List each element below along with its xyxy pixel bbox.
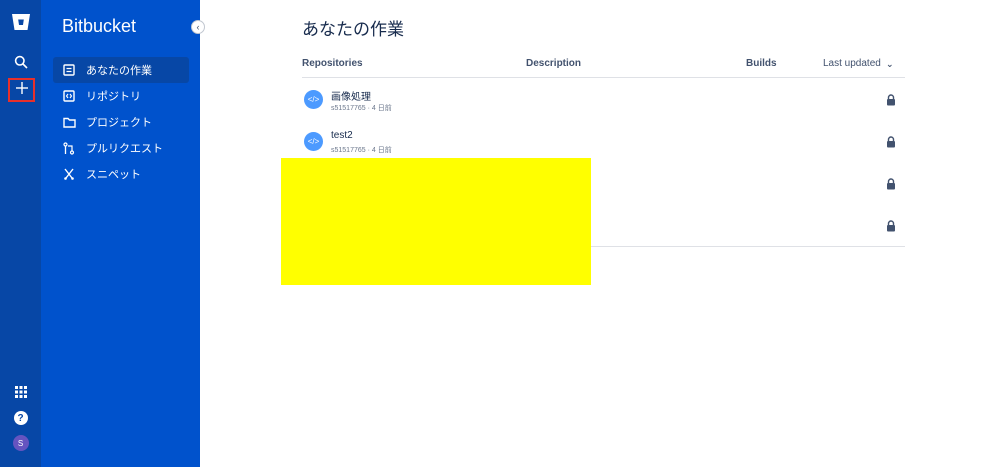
sort-dropdown-last-updated[interactable]: Last updated bbox=[823, 58, 881, 69]
product-sidebar: Bitbucket あなたの作業 リポジトリ プロジェクト プルリクエスト スニ… bbox=[41, 0, 200, 467]
repository-name[interactable]: 画像処理 bbox=[331, 88, 371, 103]
page-title: あなたの作業 bbox=[302, 20, 404, 39]
avatar: S bbox=[12, 435, 29, 451]
sidebar-item-label: あなたの作業 bbox=[86, 65, 152, 77]
folder-icon bbox=[62, 115, 76, 129]
sidebar-item-projects[interactable]: プロジェクト bbox=[53, 109, 189, 135]
profile-button[interactable]: S bbox=[0, 434, 41, 452]
product-title: Bitbucket bbox=[62, 16, 137, 36]
sidebar-item-label: スニペット bbox=[86, 169, 141, 181]
pull-request-icon bbox=[62, 141, 76, 155]
repository-meta: s51517765 · 4 日前 bbox=[331, 105, 392, 112]
lock-icon bbox=[886, 135, 896, 148]
column-header-builds: Builds bbox=[746, 58, 777, 69]
redaction-overlay bbox=[281, 158, 591, 285]
repository-avatar-icon: </> bbox=[304, 90, 323, 109]
sidebar-item-pull-requests[interactable]: プルリクエスト bbox=[53, 135, 189, 161]
repository-name[interactable]: test2 bbox=[331, 130, 353, 141]
lock-icon bbox=[886, 219, 896, 232]
lock-icon bbox=[886, 177, 896, 190]
sidebar-item-label: プルリクエスト bbox=[86, 143, 163, 155]
bitbucket-logo-icon[interactable] bbox=[0, 11, 41, 33]
repository-avatar-icon: </> bbox=[304, 132, 323, 151]
help-icon: ? bbox=[13, 411, 28, 425]
lock-icon bbox=[886, 93, 896, 106]
sidebar-item-label: プロジェクト bbox=[86, 117, 152, 129]
document-icon bbox=[62, 63, 76, 77]
sidebar-item-your-work[interactable]: あなたの作業 bbox=[53, 57, 189, 83]
repository-meta: s51517765 · 4 日前 bbox=[331, 147, 392, 154]
app-switcher-icon[interactable] bbox=[0, 384, 41, 400]
sidebar-item-snippets[interactable]: スニペット bbox=[53, 161, 189, 187]
sidebar-item-repositories[interactable]: リポジトリ bbox=[53, 83, 189, 109]
help-button[interactable]: ? bbox=[0, 409, 41, 427]
search-icon[interactable] bbox=[0, 53, 41, 71]
table-header: Repositories Description Builds Last upd… bbox=[302, 56, 905, 78]
table-row[interactable]: </> 画像処理 s51517765 · 4 日前 bbox=[302, 78, 905, 120]
code-icon bbox=[62, 89, 76, 103]
sidebar-nav: あなたの作業 リポジトリ プロジェクト プルリクエスト スニペット bbox=[53, 57, 189, 187]
column-header-description: Description bbox=[526, 58, 582, 69]
table-row[interactable]: </> test2 s51517765 · 4 日前 bbox=[302, 120, 905, 162]
scissors-icon bbox=[62, 167, 76, 181]
global-navigation-rail: ? S bbox=[0, 0, 41, 467]
column-header-repositories: Repositories bbox=[302, 58, 363, 69]
chevron-down-icon[interactable]: ⌄ bbox=[886, 59, 894, 70]
plus-icon bbox=[15, 81, 29, 100]
create-button[interactable] bbox=[8, 78, 35, 102]
sidebar-item-label: リポジトリ bbox=[86, 91, 141, 103]
